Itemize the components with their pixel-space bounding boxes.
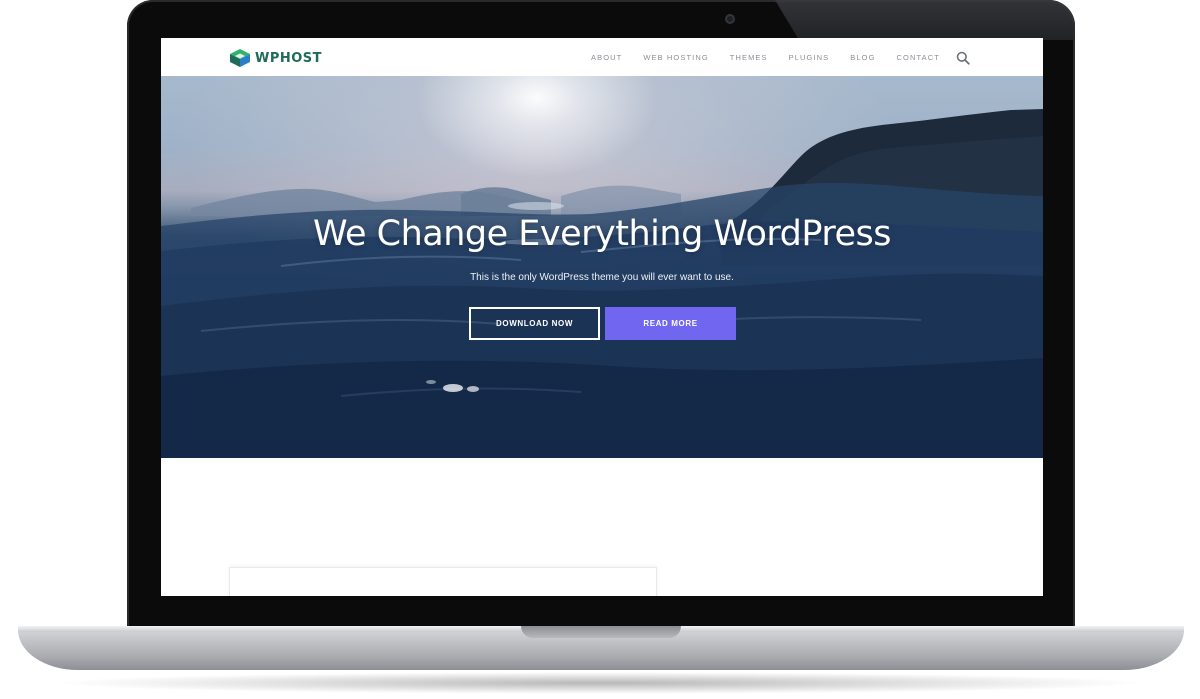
laptop-shadow [50, 672, 1150, 694]
hero-title: We Change Everything WordPress [312, 214, 892, 254]
nav-link-plugins[interactable]: PLUGINS [789, 53, 830, 62]
site-logo[interactable]: WPHOST [229, 48, 322, 68]
read-more-button[interactable]: READ MORE [605, 307, 736, 340]
search-icon[interactable] [956, 51, 970, 65]
laptop-notch [521, 626, 681, 638]
nav-link-contact[interactable]: CONTACT [897, 53, 940, 62]
content-section [161, 458, 1043, 596]
content-card [229, 567, 657, 596]
lid-glare [775, 0, 1075, 40]
hero-section: We Change Everything WordPress This is t… [161, 76, 1043, 458]
main-nav: ABOUT WEB HOSTING THEMES PLUGINS BLOG CO… [591, 53, 961, 62]
nav-link-themes[interactable]: THEMES [730, 53, 768, 62]
site-header: WPHOST ABOUT WEB HOSTING THEMES PLUGINS … [161, 38, 1043, 76]
logo-cube-icon [230, 49, 250, 67]
hero-content: We Change Everything WordPress This is t… [161, 76, 1043, 458]
nav-link-blog[interactable]: BLOG [850, 53, 875, 62]
download-now-button[interactable]: DOWNLOAD NOW [469, 307, 600, 340]
camera-icon [725, 14, 735, 24]
nav-link-web-hosting[interactable]: WEB HOSTING [643, 53, 708, 62]
logo-text: WPHOST [255, 50, 323, 66]
hero-subtitle: This is the only WordPress theme you wil… [470, 272, 734, 283]
nav-link-about[interactable]: ABOUT [591, 53, 622, 62]
laptop-screen: WPHOST ABOUT WEB HOSTING THEMES PLUGINS … [161, 38, 1043, 596]
